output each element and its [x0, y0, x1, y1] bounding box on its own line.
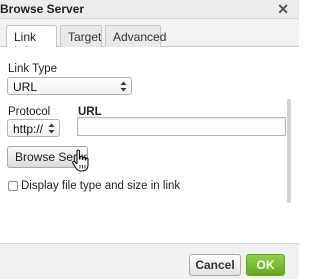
protocol-select[interactable]: http://	[7, 119, 60, 137]
link-type-value: URL	[13, 80, 38, 94]
dialog-footer: Cancel OK	[0, 243, 299, 279]
link-type-label: Link Type	[8, 63, 58, 75]
dialog-title-bar[interactable]: Browse Server ✕	[0, 0, 299, 19]
updown-arrows-icon	[120, 81, 127, 92]
hand-pointer-icon	[72, 149, 89, 172]
updown-arrows-icon	[48, 123, 55, 134]
link-type-select[interactable]: URL	[7, 77, 132, 95]
protocol-label: Protocol	[8, 106, 51, 118]
cancel-button[interactable]: Cancel	[189, 254, 241, 276]
browse-server-dialog: Browse Server ✕ Link Info Target Advance…	[0, 0, 299, 279]
dialog-body: Link Type URL Protocol URL http:// Brows…	[0, 47, 299, 243]
url-input[interactable]	[77, 117, 286, 136]
tab-link-info[interactable]: Link Info	[6, 25, 57, 58]
display-file-info-checkbox[interactable]	[8, 181, 18, 191]
protocol-value: http://	[13, 122, 44, 136]
tab-target[interactable]: Target	[60, 25, 102, 47]
scrollbar[interactable]	[287, 99, 291, 203]
ok-button[interactable]: OK	[246, 254, 285, 276]
close-icon[interactable]: ✕	[277, 1, 289, 17]
tab-bar: Link Info Target Advanced	[0, 19, 299, 58]
display-file-info-label: Display file type and size in link	[21, 180, 181, 192]
tab-advanced[interactable]: Advanced	[105, 25, 166, 47]
dialog-title: Browse Server	[0, 2, 85, 16]
